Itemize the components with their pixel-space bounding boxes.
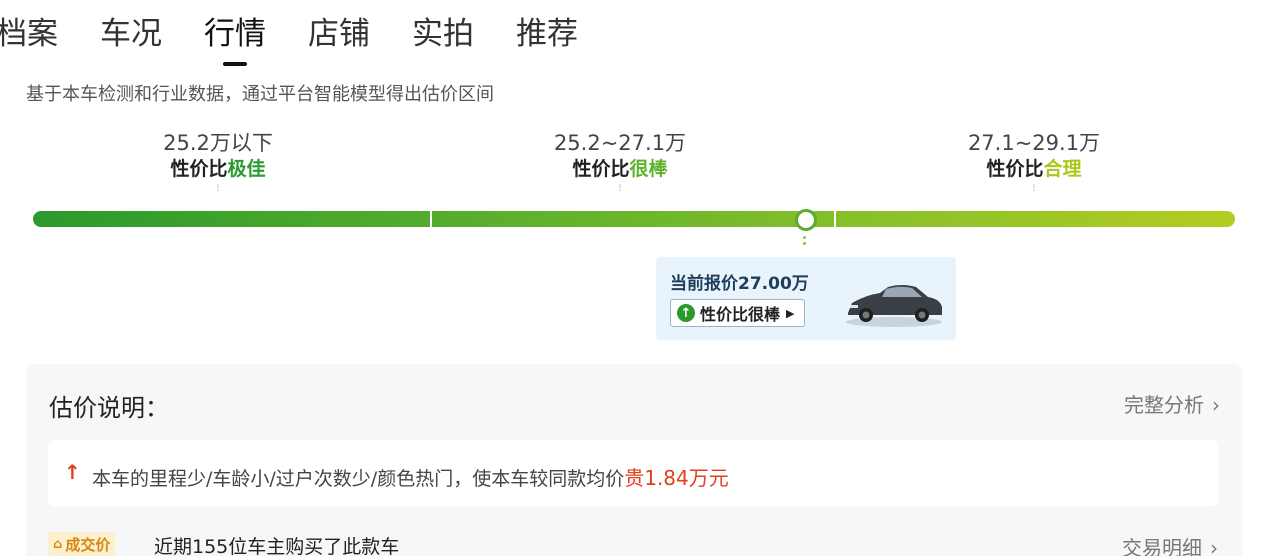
valuation-subtitle: 基于本车检测和行业数据，通过平台智能模型得出估价区间 <box>26 84 494 105</box>
tab-market[interactable]: 行情 <box>204 14 266 66</box>
price-reason-text: 本车的里程少/车龄小/过户次数少/颜色热门，使本车较同款均价贵1.84万元 <box>92 466 729 490</box>
price-reason-box: ↑ 本车的里程少/车龄小/过户次数少/颜色热门，使本车较同款均价贵1.84万元 <box>48 440 1218 506</box>
tab-photos[interactable]: 实拍 <box>412 14 474 54</box>
range-low-dots: ⁝ <box>216 183 220 194</box>
current-price-card[interactable]: 当前报价27.00万 ↑ 性价比很棒 ▶ <box>656 257 956 340</box>
price-difference: 贵1.84万元 <box>624 466 729 490</box>
range-low: 25.2万以下 性价比极佳 ⁝ <box>68 130 368 194</box>
transaction-details-link[interactable]: 交易明细 › <box>1122 532 1218 556</box>
full-analysis-link[interactable]: 完整分析 › <box>1124 389 1220 418</box>
chevron-right-icon: › <box>1210 536 1218 556</box>
deal-row: ⌂ 成交价 近期155位车主购买了此款车 交易明细 › <box>48 528 1218 556</box>
range-mid-price: 25.2~27.1万 <box>553 131 687 155</box>
range-high-dots: ⁝ <box>1032 183 1036 194</box>
range-mid-rating: 性价比很棒 <box>572 158 668 180</box>
deal-text: 近期155位车主购买了此款车 <box>154 536 400 556</box>
range-low-price: 25.2万以下 <box>163 131 273 155</box>
valuation-explanation: 估价说明： 完整分析 › ↑ 本车的里程少/车龄小/过户次数少/颜色热门，使本车较… <box>26 364 1242 556</box>
tab-archive[interactable]: 档案 <box>0 14 58 54</box>
marker-dots <box>803 236 806 248</box>
car-thumbnail <box>846 285 942 327</box>
tab-store[interactable]: 店铺 <box>308 14 370 54</box>
range-high-rating: 性价比合理 <box>986 158 1082 180</box>
chevron-right-icon: › <box>1212 393 1220 417</box>
range-low-rating: 性价比极佳 <box>170 158 266 180</box>
market-page: 档案 车况 行情 店铺 实拍 推荐 基于本车检测和行业数据，通过平台智能模型得出… <box>0 0 1267 556</box>
explain-title: 估价说明： <box>49 394 169 422</box>
deal-icon: ⌂ <box>53 536 63 552</box>
range-high: 27.1~29.1万 性价比合理 ⁝ <box>884 130 1184 194</box>
range-mid-dots: ⁝ <box>618 183 622 194</box>
current-price-label: 当前报价27.00万 <box>670 274 809 294</box>
tab-recommend[interactable]: 推荐 <box>516 14 578 54</box>
deal-price-tag: ⌂ 成交价 <box>48 532 116 556</box>
arrow-up-circle-icon: ↑ <box>677 304 695 322</box>
active-tab-indicator <box>223 62 247 66</box>
current-price-marker <box>795 209 817 231</box>
value-rating-badge[interactable]: ↑ 性价比很棒 ▶ <box>670 299 806 327</box>
tab-condition[interactable]: 车况 <box>100 14 162 54</box>
tab-bar: 档案 车况 行情 店铺 实拍 推荐 <box>0 14 620 66</box>
arrow-up-icon: ↑ <box>64 460 81 484</box>
range-high-price: 27.1~29.1万 <box>967 131 1101 155</box>
bar-separator <box>834 211 836 227</box>
price-range-bar <box>33 211 1235 227</box>
range-mid: 25.2~27.1万 性价比很棒 ⁝ <box>470 130 770 194</box>
triangle-right-icon: ▶ <box>786 306 795 320</box>
bar-separator <box>430 211 432 227</box>
